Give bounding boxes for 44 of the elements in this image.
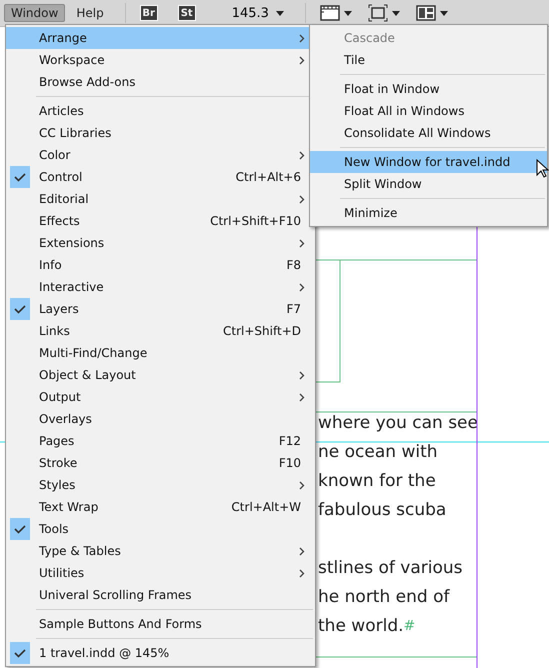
checkmark-icon — [10, 298, 30, 320]
menu-bar-item[interactable]: Window — [4, 4, 66, 22]
app-badge-button[interactable]: Br — [140, 5, 158, 21]
menu-item[interactable]: Layers F7 — [6, 298, 315, 320]
zoom-dropdown[interactable]: 145.3 — [226, 4, 291, 22]
menu-item[interactable]: Extensions — [6, 232, 315, 254]
checkmark-icon — [10, 166, 30, 188]
menu-item[interactable]: Float in Window — [310, 78, 547, 100]
menu-item[interactable]: Pages F12 — [6, 430, 315, 452]
body-text: the world. — [318, 615, 404, 638]
body-text: fabulous scuba — [318, 499, 446, 522]
menu-item[interactable]: Text Wrap Ctrl+Alt+W — [6, 496, 315, 518]
menu-item[interactable]: Stroke F10 — [6, 452, 315, 474]
screen-mode-icon[interactable] — [320, 4, 354, 22]
menu-bar-item[interactable]: Help — [69, 4, 111, 22]
menu-item[interactable]: Tools — [6, 518, 315, 540]
menu-item[interactable]: New Window for travel.indd — [310, 151, 547, 173]
end-of-story-mark: # — [404, 617, 416, 636]
checkmark-icon — [10, 642, 30, 664]
menu-item[interactable]: Multi-Find/Change — [6, 342, 315, 364]
menu-item[interactable]: Overlays — [6, 408, 315, 430]
menu-item[interactable]: Info F8 — [6, 254, 315, 276]
layout-grid-icon[interactable] — [416, 4, 450, 22]
menu-item[interactable]: Type & Tables — [6, 540, 315, 562]
menu-item[interactable]: Links Ctrl+Shift+D — [6, 320, 315, 342]
body-text: where you can see — [318, 412, 478, 435]
body-text: ne ocean with — [318, 441, 438, 464]
menu-item[interactable]: Sample Buttons And Forms — [6, 613, 315, 635]
menu-item[interactable]: Styles — [6, 474, 315, 496]
caret-icon — [274, 10, 285, 16]
menu-item[interactable]: Interactive — [6, 276, 315, 298]
menu-item[interactable]: Float All in Windows — [310, 100, 547, 122]
body-text: stlines of various — [318, 557, 462, 580]
menu-item[interactable]: Univeral Scrolling Frames — [6, 584, 315, 606]
menu-item[interactable]: Output — [6, 386, 315, 408]
body-text: he north end of — [318, 586, 450, 609]
app-badge-button[interactable]: St — [178, 5, 196, 21]
menu-item[interactable]: Utilities — [6, 562, 315, 584]
menu-item[interactable]: Consolidate All Windows — [310, 122, 547, 144]
menu-item[interactable]: 1 travel.indd @ 145% — [6, 642, 315, 664]
view-frame-icon[interactable] — [368, 4, 402, 22]
menu-item[interactable]: Object & Layout — [6, 364, 315, 386]
checkmark-icon — [10, 518, 30, 540]
body-text: known for the — [318, 470, 436, 493]
